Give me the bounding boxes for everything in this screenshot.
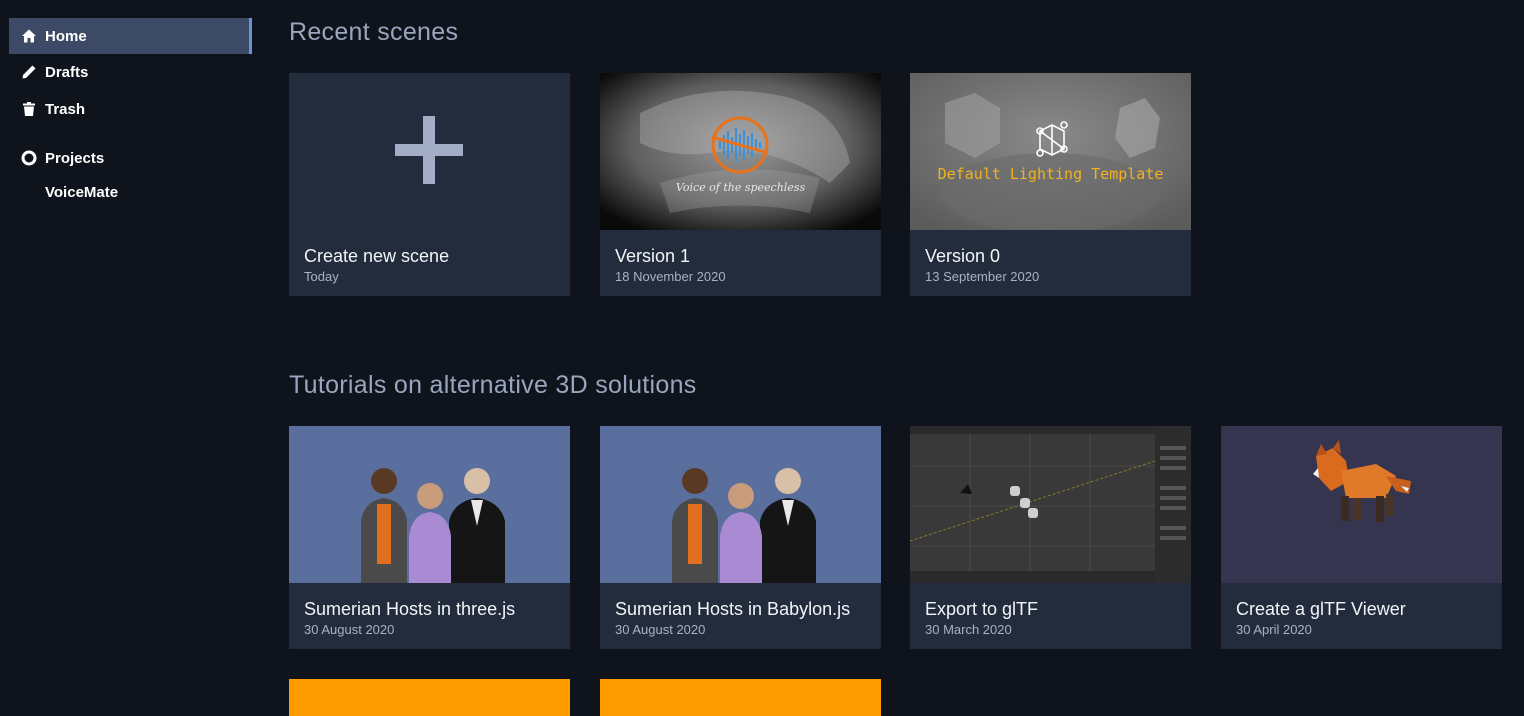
card-title: Create a glTF Viewer — [1236, 599, 1406, 619]
sidebar-item-drafts[interactable]: Drafts — [9, 54, 252, 90]
scene-card-version-0[interactable]: Default Lighting Template Version 0 13 S… — [910, 73, 1191, 296]
scene-thumbnail: Voice of the speechless — [600, 73, 881, 230]
fox-model — [1313, 440, 1411, 522]
tutorial-card-threejs[interactable]: Sumerian Hosts in three.js 30 August 202… — [289, 426, 570, 649]
tutorial-card-partial[interactable] — [600, 679, 881, 716]
thumb-caption: Voice of the speechless — [675, 181, 806, 194]
sidebar-item-home[interactable]: Home — [9, 18, 252, 54]
scene-thumbnail: Default Lighting Template — [910, 73, 1191, 230]
tutorial-card-babylonjs[interactable]: Sumerian Hosts in Babylon.js 30 August 2… — [600, 426, 881, 649]
pencil-icon — [21, 64, 37, 80]
tutorial-card-gltf-viewer[interactable]: Create a glTF Viewer 30 April 2020 — [1221, 426, 1502, 649]
card-date: 30 August 2020 — [304, 622, 395, 637]
sidebar-item-label: Trash — [45, 100, 86, 118]
tutorial-card-partial[interactable] — [289, 679, 570, 716]
home-icon — [21, 28, 37, 44]
card-title: Version 1 — [615, 246, 691, 266]
tutorial-thumbnail — [289, 426, 570, 583]
projects-icon — [21, 150, 37, 166]
scene-card-version-1[interactable]: Voice of the speechless Version 1 18 Nov… — [600, 73, 881, 296]
plus-icon — [395, 116, 463, 184]
main-content: Recent scenes Create new scene Today Voi… — [289, 0, 1524, 716]
tutorials-heading: Tutorials on alternative 3D solutions — [289, 371, 697, 399]
card-title: Sumerian Hosts in three.js — [304, 599, 516, 619]
card-date: 13 September 2020 — [925, 269, 1040, 284]
card-date: 30 March 2020 — [925, 622, 1012, 637]
sidebar-item-label: Projects — [45, 149, 105, 167]
card-title: Export to glTF — [925, 599, 1039, 619]
card-title: Version 0 — [925, 246, 1001, 266]
card-title: Sumerian Hosts in Babylon.js — [615, 599, 851, 619]
sidebar: Home Drafts Trash Projects VoiceMate — [0, 0, 258, 716]
tutorial-card-export-gltf[interactable]: Export to glTF 30 March 2020 — [910, 426, 1191, 649]
card-title: Create new scene — [304, 246, 450, 266]
card-date: 30 April 2020 — [1236, 622, 1312, 637]
tutorial-thumbnail — [600, 426, 881, 583]
create-new-scene-card[interactable]: Create new scene Today — [289, 73, 570, 296]
card-date: Today — [304, 269, 339, 284]
sidebar-item-projects[interactable]: Projects — [9, 140, 252, 176]
sidebar-item-trash[interactable]: Trash — [9, 91, 252, 127]
tutorial-thumbnail — [910, 426, 1191, 583]
trash-icon — [21, 101, 37, 117]
create-scene-thumb — [289, 73, 570, 230]
card-date: 18 November 2020 — [615, 269, 726, 284]
tutorial-thumbnail — [1221, 426, 1502, 583]
project-item-voicemate[interactable]: VoiceMate — [45, 184, 118, 201]
recent-scenes-heading: Recent scenes — [289, 18, 459, 46]
sidebar-item-label: Home — [45, 27, 87, 45]
sidebar-item-label: Drafts — [45, 63, 89, 81]
thumb-caption: Default Lighting Template — [937, 165, 1164, 183]
card-date: 30 August 2020 — [615, 622, 706, 637]
